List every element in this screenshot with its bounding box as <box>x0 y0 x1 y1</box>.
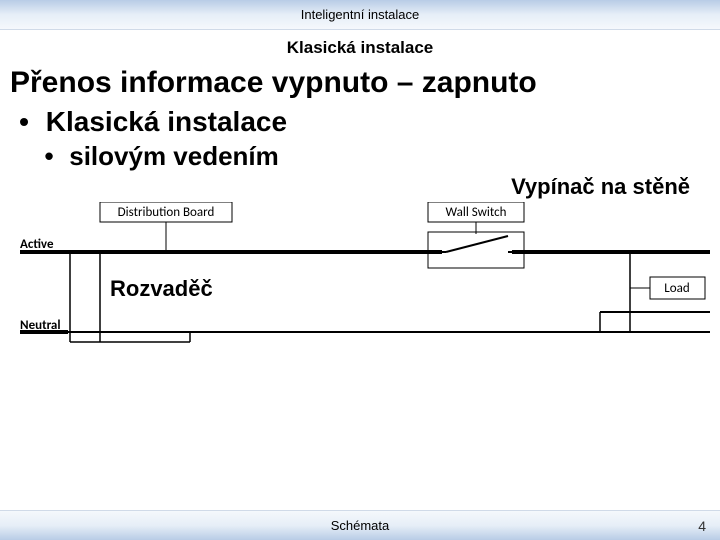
load-label: Load <box>664 281 689 296</box>
sub-bullet-list: silovým vedením <box>36 140 704 174</box>
db-label: Distribution Board <box>118 205 215 220</box>
wiring-diagram: Active Neutral Distribution Board Wall S… <box>10 202 710 382</box>
footer-band: Schémata 4 <box>0 510 720 540</box>
callout-wall-switch: Vypínač na stěně <box>511 174 690 200</box>
sub-bullet-text: silovým vedením <box>69 141 279 171</box>
slide-content: Přenos informace vypnuto – zapnuto Klasi… <box>0 64 720 510</box>
section-subtitle: Klasická instalace <box>0 30 720 64</box>
switch-label: Wall Switch <box>446 205 507 220</box>
switch-gap-mask <box>442 246 512 258</box>
bullet-item: Klasická instalace silovým vedením <box>10 104 704 174</box>
active-label: Active <box>20 237 54 252</box>
page-number: 4 <box>698 518 706 534</box>
slide-title: Přenos informace vypnuto – zapnuto <box>10 64 704 102</box>
sub-bullet-item: silovým vedením <box>36 140 704 174</box>
footer-label: Schémata <box>0 518 720 533</box>
header-band: Inteligentní instalace <box>0 0 720 30</box>
course-title: Inteligentní instalace <box>301 7 420 22</box>
callout-rozvadec: Rozvaděč <box>110 276 213 302</box>
bullet-text: Klasická instalace <box>46 106 287 137</box>
bullet-list: Klasická instalace silovým vedením <box>10 104 704 174</box>
